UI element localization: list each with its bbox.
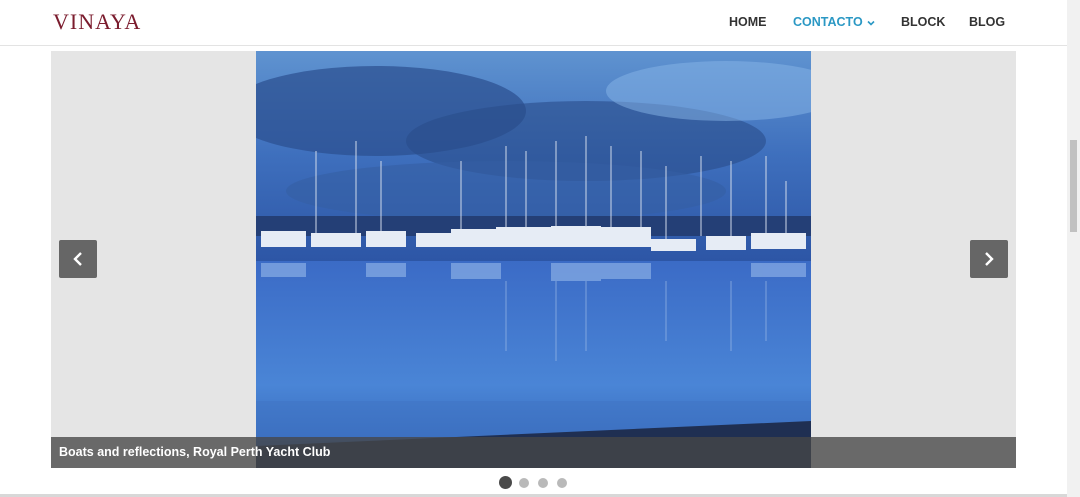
chevron-down-icon	[867, 20, 875, 26]
slider-pagination	[0, 476, 1067, 490]
site-header: VINAYA HOME CONTACTO BLOCK BLOG	[0, 0, 1067, 46]
vertical-scrollbar[interactable]	[1067, 0, 1080, 497]
image-slider: Boats and reflections, Royal Perth Yacht…	[51, 51, 1016, 468]
slider-dot-1[interactable]	[499, 476, 512, 489]
slider-dot-3[interactable]	[538, 478, 548, 488]
slider-dot-4[interactable]	[557, 478, 567, 488]
slider-next-button[interactable]	[970, 240, 1008, 278]
nav-item-label: CONTACTO	[793, 15, 863, 29]
chevron-left-icon	[73, 252, 82, 266]
slide-image	[256, 51, 811, 468]
slider-prev-button[interactable]	[59, 240, 97, 278]
nav-item-blog[interactable]: BLOG	[969, 15, 1005, 29]
nav-item-label: BLOCK	[901, 15, 946, 29]
scrollbar-thumb[interactable]	[1070, 140, 1077, 232]
nav-item-label: HOME	[729, 15, 767, 29]
slide-caption-text: Boats and reflections, Royal Perth Yacht…	[59, 445, 331, 459]
marina-photo	[256, 51, 811, 468]
nav-item-contacto[interactable]: CONTACTO	[793, 15, 876, 29]
page: VINAYA HOME CONTACTO BLOCK BLOG Boats an…	[0, 0, 1080, 497]
main-nav: HOME CONTACTO BLOCK BLOG	[0, 15, 1067, 31]
chevron-right-icon	[985, 252, 994, 266]
nav-item-home[interactable]: HOME	[729, 15, 767, 29]
nav-item-label: BLOG	[969, 15, 1006, 29]
slide-caption: Boats and reflections, Royal Perth Yacht…	[51, 437, 1016, 468]
slider-dot-2[interactable]	[519, 478, 529, 488]
nav-item-block[interactable]: BLOCK	[901, 15, 945, 29]
